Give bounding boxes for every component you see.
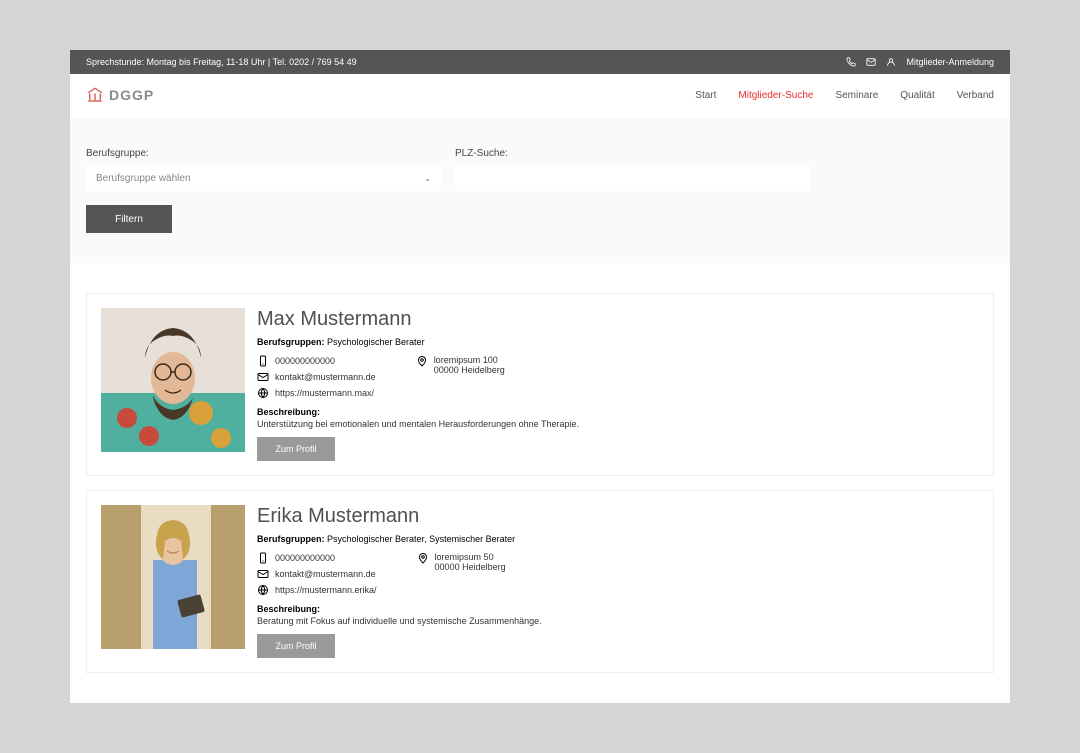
member-description: Beratung mit Fokus auf individuelle und … <box>257 616 979 626</box>
filter-plz-label: PLZ-Suche: <box>455 148 810 159</box>
top-bar: Sprechstunde: Montag bis Freitag, 11-18 … <box>70 50 1010 74</box>
mobile-icon <box>257 355 269 367</box>
mobile-icon <box>257 552 269 564</box>
description-label: Beschreibung: <box>257 407 979 417</box>
profile-button[interactable]: Zum Profil <box>257 437 335 461</box>
filter-button[interactable]: Filtern <box>86 205 172 233</box>
logo-text: DGGP <box>109 87 154 103</box>
member-website: https://mustermann.erika/ <box>257 584 377 596</box>
member-groups: Berufsgruppen: Psychologischer Berater, … <box>257 534 979 544</box>
member-email: kontakt@mustermann.de <box>257 371 376 383</box>
envelope-icon <box>257 568 269 580</box>
member-photo <box>101 505 245 649</box>
globe-icon <box>257 584 269 596</box>
berufsgruppe-select[interactable]: Berufsgruppe wählen ⌄ <box>86 165 441 191</box>
mail-icon[interactable] <box>866 57 876 67</box>
main-header: DGGP Start Mitglieder-Suche Seminare Qua… <box>70 74 1010 118</box>
nav-item-qualitaet[interactable]: Qualität <box>900 90 934 101</box>
member-website: https://mustermann.max/ <box>257 387 376 399</box>
phone-icon[interactable] <box>846 57 856 67</box>
member-name: Erika Mustermann <box>257 505 979 528</box>
member-phone: 000000000000 <box>257 355 376 367</box>
member-description: Unterstützung bei emotionalen und mental… <box>257 419 979 429</box>
office-hours: Sprechstunde: Montag bis Freitag, 11-18 … <box>86 57 357 67</box>
globe-icon <box>257 387 269 399</box>
member-groups: Berufsgruppen: Psychologischer Berater <box>257 337 979 347</box>
member-card: Erika Mustermann Berufsgruppen: Psycholo… <box>86 490 994 673</box>
filter-section: Berufsgruppe: Berufsgruppe wählen ⌄ PLZ-… <box>70 118 1010 263</box>
results-section: Max Mustermann Berufsgruppen: Psychologi… <box>70 263 1010 703</box>
user-icon <box>886 57 896 67</box>
profile-button[interactable]: Zum Profil <box>257 634 335 658</box>
logo[interactable]: DGGP <box>86 86 154 104</box>
logo-icon <box>86 86 104 104</box>
member-card: Max Mustermann Berufsgruppen: Psychologi… <box>86 293 994 476</box>
nav-item-verband[interactable]: Verband <box>957 90 994 101</box>
member-login-link[interactable]: Mitglieder-Anmeldung <box>906 57 994 67</box>
filter-group-label: Berufsgruppe: <box>86 148 441 159</box>
member-photo <box>101 308 245 452</box>
pin-icon <box>416 355 428 367</box>
member-phone: 000000000000 <box>257 552 377 564</box>
nav-item-mitglieder-suche[interactable]: Mitglieder-Suche <box>738 90 813 101</box>
main-nav: Start Mitglieder-Suche Seminare Qualität… <box>695 90 994 101</box>
description-label: Beschreibung: <box>257 604 979 614</box>
pin-icon <box>417 552 429 564</box>
envelope-icon <box>257 371 269 383</box>
berufsgruppe-placeholder: Berufsgruppe wählen <box>96 173 191 184</box>
member-name: Max Mustermann <box>257 308 979 331</box>
chevron-down-icon: ⌄ <box>424 174 431 183</box>
member-address: loremipsum 100 00000 Heidelberg <box>416 355 505 375</box>
nav-item-seminare[interactable]: Seminare <box>835 90 878 101</box>
member-address: loremipsum 50 00000 Heidelberg <box>417 552 506 572</box>
member-email: kontakt@mustermann.de <box>257 568 377 580</box>
nav-item-start[interactable]: Start <box>695 90 716 101</box>
plz-input[interactable] <box>455 165 810 191</box>
